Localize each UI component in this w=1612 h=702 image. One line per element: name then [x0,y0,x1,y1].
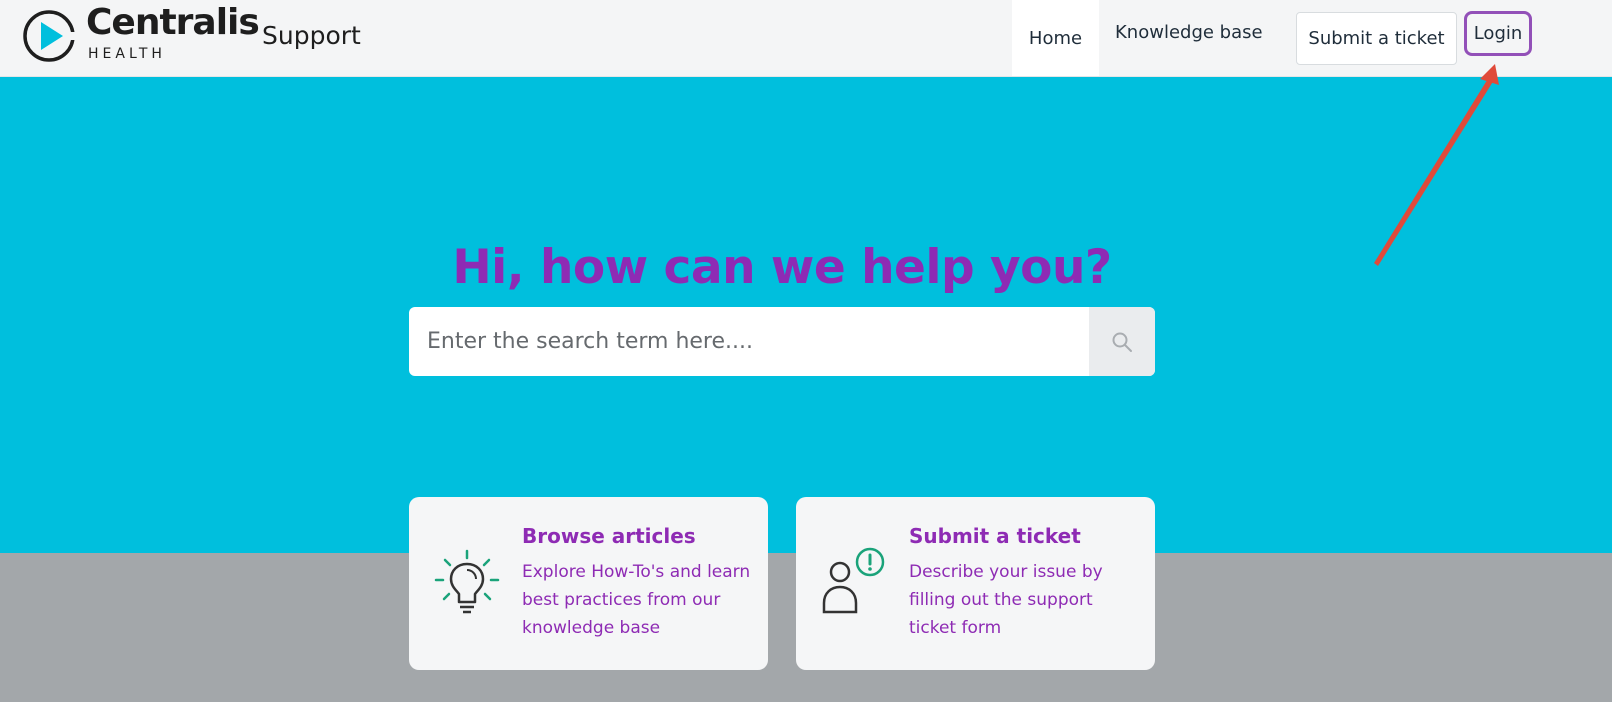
hero-title: Hi, how can we help you? [452,240,1112,295]
user-alert-icon [822,547,885,614]
card-title[interactable]: Browse articles [522,524,696,548]
browse-articles-card[interactable]: Browse articles Explore How-To's and lea… [409,497,768,670]
card-description: Explore How-To's and learn best practice… [522,562,751,638]
card-description: Describe your issue by filling out the s… [909,562,1103,638]
brand-name: Centralis [86,2,260,43]
site-header: Centralis HEALTH Support Home Knowledge … [0,0,1612,77]
card-title[interactable]: Submit a ticket [909,524,1081,548]
search-input[interactable] [409,307,1089,376]
submit-ticket-card[interactable]: Submit a ticket Describe your issue by f… [796,497,1155,670]
nav-login-button[interactable]: Login [1464,11,1532,56]
search-button[interactable] [1089,307,1155,376]
support-label: Support [262,21,361,50]
lightbulb-icon [434,549,500,614]
search-icon [1112,332,1132,352]
nav-home[interactable]: Home [1012,0,1099,76]
centralis-logo-icon[interactable] [22,9,76,63]
search-bar [409,307,1155,376]
nav-submit-ticket-button[interactable]: Submit a ticket [1296,12,1457,65]
nav-knowledge-base[interactable]: Knowledge base [1115,22,1263,43]
brand-subtitle: HEALTH [88,46,166,62]
